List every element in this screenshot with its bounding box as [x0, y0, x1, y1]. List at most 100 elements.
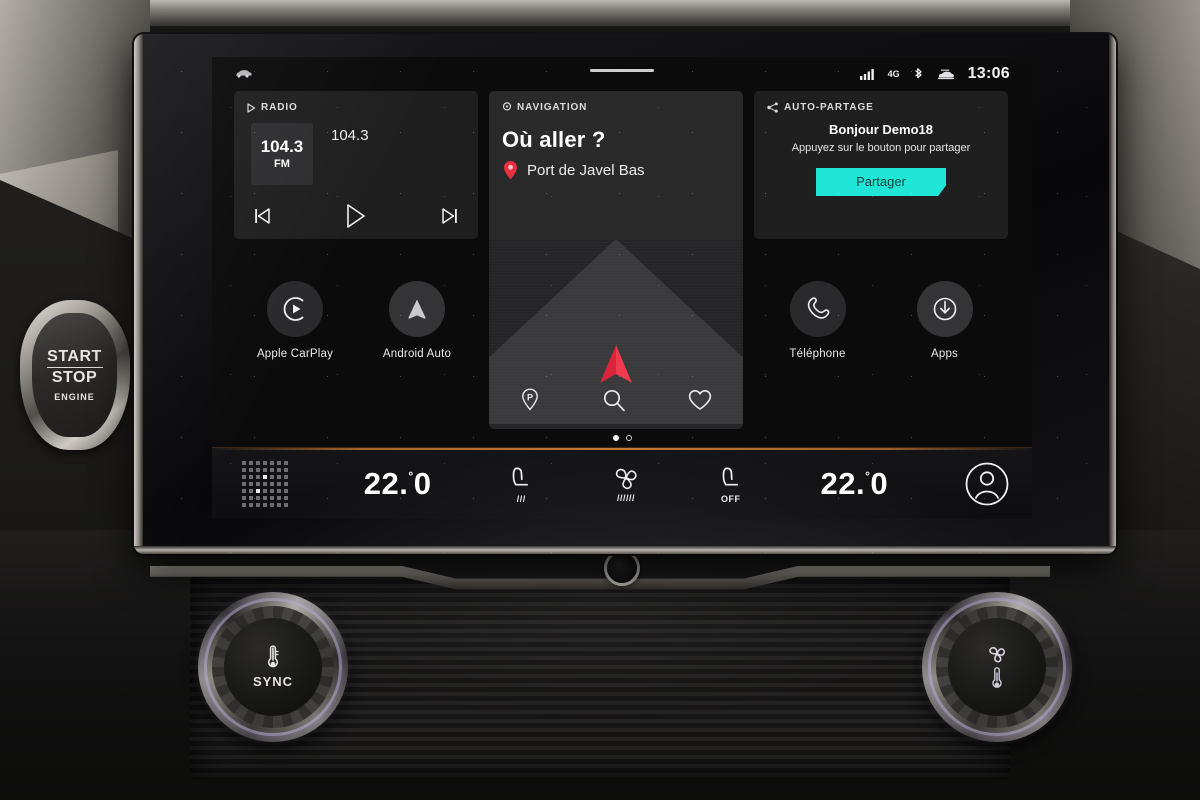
heart-icon[interactable] — [687, 388, 713, 412]
car-dashboard-scene: START STOP ENGINE SYNC 4G 13:06 RADIO 10… — [0, 0, 1200, 800]
navigation-prompt: Où aller ? — [502, 127, 606, 152]
knob-face — [948, 618, 1046, 716]
climate-controls: 22. ° 0 /// ////// OFF 22. ° 0 — [288, 464, 964, 504]
app-apps[interactable]: Apps — [899, 281, 991, 429]
bezel-chrome-right — [1109, 34, 1116, 554]
app-icon-container — [267, 281, 323, 337]
app-telephone[interactable]: Téléphone — [772, 281, 864, 429]
parking-pin-icon[interactable]: P — [519, 387, 541, 413]
map-tool-buttons: P — [489, 387, 743, 413]
radio-preset-frequency: 104.3 — [260, 137, 304, 156]
passenger-temperature-value: 22. — [820, 466, 866, 501]
navigation-card-header: NAVIGATION — [502, 102, 730, 113]
navigation-map[interactable]: P — [489, 239, 743, 429]
user-profile-icon — [964, 461, 1010, 507]
clock: 13:06 — [967, 65, 1010, 82]
thermometer-icon — [265, 645, 281, 671]
stop-label: STOP — [51, 369, 98, 387]
radio-card-body: 104.3 FM 104.3 — [247, 123, 465, 185]
infotainment-head-unit: 4G 13:06 RADIO 104.3 FM 104.3 NAVIGATION… — [134, 34, 1116, 554]
signal-bars-icon — [859, 68, 875, 80]
right-fan-knob[interactable] — [922, 592, 1072, 742]
car-icon[interactable] — [234, 69, 252, 79]
status-bar-handle[interactable] — [590, 69, 654, 72]
driver-temperature-value: 22. — [363, 466, 409, 501]
map-pin-icon — [502, 160, 519, 181]
home-page-indicator — [212, 429, 1032, 447]
profile-button[interactable] — [964, 461, 1010, 507]
thermometer-icon — [990, 666, 1004, 691]
page-dot-inactive[interactable] — [625, 435, 632, 441]
app-label: Android Auto — [382, 348, 452, 360]
auto-partage-instruction: Appuyez sur le bouton pour partager — [791, 142, 971, 154]
sync-label: SYNC — [252, 674, 294, 689]
radio-station-name: 104.3 — [331, 127, 369, 144]
status-bar-right: 4G 13:06 — [859, 65, 1010, 83]
play-icon[interactable] — [344, 203, 368, 229]
navigation-card-title: NAVIGATION — [517, 102, 588, 113]
driver-temperature[interactable]: 22. ° 0 — [364, 468, 432, 499]
cards-row: RADIO 104.3 FM 104.3 NAVIGATION Où aller… — [212, 91, 1032, 239]
auto-partage-card[interactable]: AUTO-PARTAGE Bonjour Demo18 Appuyez sur … — [754, 91, 1008, 239]
fan-speed-control[interactable]: ////// — [611, 465, 641, 503]
passenger-temperature[interactable]: 22. ° 0 — [821, 468, 889, 499]
start-stop-engine-button[interactable]: START STOP ENGINE — [20, 300, 130, 450]
radio-card[interactable]: RADIO 104.3 FM 104.3 — [234, 91, 478, 239]
play-triangle-icon — [247, 102, 256, 113]
radio-transport-controls — [234, 203, 478, 229]
app-android-auto[interactable]: Android Auto — [371, 281, 463, 429]
app-apple-carplay[interactable]: Apple CarPlay — [249, 281, 341, 429]
app-label: Apple CarPlay — [256, 348, 334, 360]
auto-partage-card-title: AUTO-PARTAGE — [784, 102, 874, 113]
driver-temperature-decimal: 0 — [413, 466, 432, 501]
page-dot-active[interactable] — [612, 435, 619, 441]
left-temperature-knob[interactable]: SYNC — [198, 592, 348, 742]
driver-seat-heater[interactable]: /// — [507, 464, 535, 504]
right-app-shortcuts: Téléphone Apps — [754, 239, 1008, 429]
status-bar: 4G 13:06 — [212, 57, 1032, 91]
engine-label: ENGINE — [54, 392, 95, 403]
navigation-destination-label: Port de Javel Bas — [527, 162, 645, 179]
infotainment-screen: 4G 13:06 RADIO 104.3 FM 104.3 NAVIGATION… — [212, 57, 1032, 519]
app-label: Téléphone — [789, 348, 846, 360]
android-auto-icon — [403, 295, 431, 323]
passenger-seat-state: OFF — [720, 493, 741, 504]
car-status-icon — [937, 68, 955, 81]
app-grid-icon[interactable] — [242, 460, 288, 507]
location-pin-icon — [502, 102, 512, 113]
app-icon-container — [789, 281, 846, 337]
network-type-label: 4G — [887, 69, 900, 79]
phone-handset-icon — [804, 295, 832, 323]
start-stop-divider — [46, 366, 103, 369]
skip-previous-icon[interactable] — [252, 206, 272, 226]
skip-next-icon[interactable] — [440, 206, 460, 226]
start-label: START — [47, 347, 102, 365]
fan-speed-level: ////// — [616, 492, 635, 503]
navigation-card[interactable]: NAVIGATION Où aller ? Port de Javel Bas — [489, 91, 743, 239]
radio-card-title: RADIO — [261, 102, 298, 113]
search-icon[interactable] — [601, 387, 627, 413]
radio-preset-band: FM — [274, 158, 290, 170]
app-icon-container — [389, 281, 445, 337]
partager-button[interactable]: Partager — [816, 168, 946, 196]
app-label: Apps — [930, 348, 958, 360]
status-bar-left — [234, 69, 252, 79]
bezel-chrome-left — [134, 34, 143, 554]
radio-preset-tile[interactable]: 104.3 FM — [251, 123, 313, 185]
auto-partage-card-header: AUTO-PARTAGE — [767, 102, 995, 113]
console-circle-control[interactable] — [604, 550, 640, 586]
heated-seat-icon — [507, 464, 535, 492]
left-app-shortcuts: Apple CarPlay Android Auto — [234, 239, 478, 429]
passenger-seat-heater[interactable]: OFF — [717, 464, 745, 504]
radio-card-header: RADIO — [247, 102, 465, 113]
climate-bar: 22. ° 0 /// ////// OFF 22. ° 0 — [212, 447, 1032, 519]
knob-face: SYNC — [224, 618, 322, 716]
start-stop-face: START STOP ENGINE — [32, 313, 117, 437]
share-icon — [767, 102, 779, 113]
svg-text:P: P — [527, 392, 533, 402]
navigation-destination[interactable]: Port de Javel Bas — [502, 160, 730, 181]
main-content-area: Apple CarPlay Android Auto P Téléphone A… — [212, 239, 1032, 429]
driver-seat-heat-level: /// — [516, 493, 526, 504]
apps-download-icon — [931, 295, 959, 323]
app-icon-container — [916, 281, 973, 337]
